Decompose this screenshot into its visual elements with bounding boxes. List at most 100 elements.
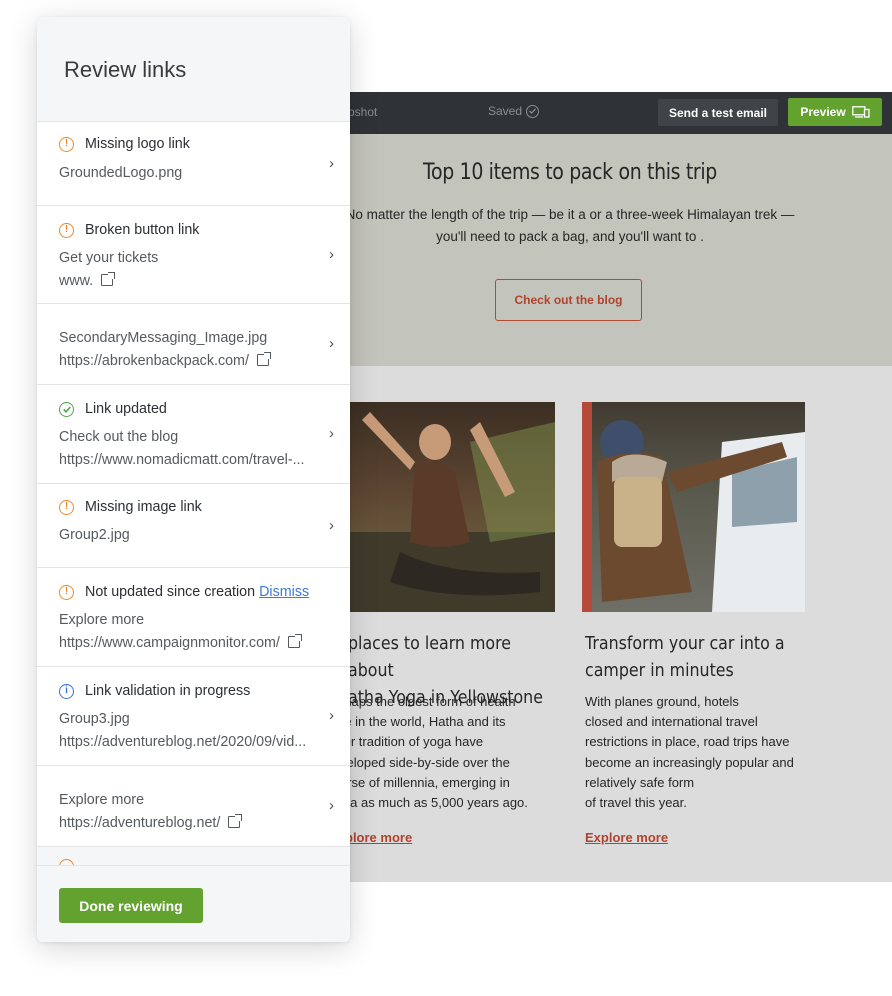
review-links-panel: Review links ! Missing logo link Grounde…	[37, 17, 350, 942]
card1-explore-link[interactable]: plore more	[345, 830, 412, 845]
info-icon: i	[59, 683, 74, 699]
item-status: Link updated	[59, 401, 167, 417]
item-label: Get your tickets	[59, 250, 159, 266]
item-filename: Group3.jpg	[59, 711, 130, 727]
list-item[interactable]: Link updated Check out the blog https://…	[37, 385, 350, 484]
item-url: https://www.campaignmonitor.com/	[59, 634, 302, 651]
status-text: Missing logo link	[85, 136, 190, 152]
status-text: Link updated	[85, 401, 167, 417]
chevron-right-icon: ›	[329, 797, 334, 814]
url-text: www.	[59, 273, 94, 289]
editor-toolbar: pshot Saved Send a test email Preview	[300, 92, 892, 134]
list-item[interactable]: Explore more https://adventureblog.net/ …	[37, 766, 350, 847]
card1-body-line: ter tradition of yoga have	[340, 734, 484, 750]
item-status: ! Missing image link	[59, 499, 202, 515]
card1-body-line: veloped side-by-side over the	[340, 754, 510, 770]
yoga-photo-illustration	[340, 412, 555, 612]
hero-section: Top 10 items to pack on this trip No mat…	[300, 134, 892, 366]
chevron-right-icon: ›	[329, 425, 334, 442]
external-link-icon[interactable]	[228, 814, 243, 828]
saved-status: Saved	[488, 104, 540, 118]
item-url: https://adventureblog.net/2020/09/vid...	[59, 734, 307, 750]
chevron-right-icon: ›	[329, 246, 334, 263]
list-item[interactable]: ! Not updated since creation Dismiss Exp…	[37, 568, 350, 667]
card2-title: Transform your car into a camper in minu…	[585, 630, 805, 684]
snapshot-label[interactable]: pshot	[348, 105, 377, 119]
chevron-right-icon: ›	[329, 517, 334, 534]
car-camper-image[interactable]	[582, 402, 805, 612]
email-editor: pshot Saved Send a test email Preview To…	[300, 92, 892, 882]
card2-body-line: relatively safe form	[585, 774, 695, 790]
card2-title-line: camper in minutes	[585, 660, 734, 681]
dismiss-link[interactable]: Dismiss	[259, 584, 309, 600]
item-label: Explore more	[59, 792, 145, 808]
item-url: https://adventureblog.net/	[59, 814, 243, 831]
list-item[interactable]: ! Missing logo link GroundedLogo.png ›	[37, 122, 350, 206]
status-text: Link validation in progress	[85, 683, 251, 699]
send-test-email-button[interactable]: Send a test email	[658, 99, 778, 126]
card2-title-line: Transform your car into a	[585, 633, 785, 654]
card2-explore-link[interactable]: Explore more	[585, 830, 668, 845]
card2-body-line: of travel this year.	[585, 795, 687, 811]
list-item[interactable]: SecondaryMessaging_Image.jpg https://abr…	[37, 304, 350, 385]
warning-icon: !	[59, 222, 74, 238]
card2-body-line: restrictions in place, road trips have	[585, 734, 790, 750]
item-url: www.	[59, 272, 116, 289]
card1-body: rhaps the oldest form of health re in th…	[340, 692, 550, 813]
card2-body: With planes ground, hotels closed and in…	[585, 692, 810, 813]
url-text: https://adventureblog.net/	[59, 815, 221, 831]
panel-title: Review links	[64, 57, 187, 82]
car-photo-illustration	[597, 420, 805, 612]
item-filename: Group2.jpg	[59, 527, 130, 543]
panel-header: Review links	[37, 17, 350, 122]
check-icon	[59, 401, 74, 417]
external-link-icon[interactable]	[256, 352, 271, 366]
url-text: https://www.campaignmonitor.com/	[59, 635, 280, 651]
item-status: ! Missing logo link	[59, 136, 190, 152]
saved-label: Saved	[488, 104, 523, 118]
status-text: Not updated since creation	[85, 584, 256, 600]
item-status: ! Broken button link	[59, 222, 199, 238]
done-reviewing-button[interactable]: Done reviewing	[59, 888, 203, 923]
warning-icon: !	[59, 499, 74, 515]
chevron-right-icon: ›	[329, 707, 334, 724]
item-label: Check out the blog	[59, 429, 179, 445]
card2-body-line: become an increasingly popular and	[585, 754, 794, 770]
item-url: https://www.nomadicmatt.com/travel-...	[59, 452, 305, 468]
status-text: Missing image link	[85, 499, 202, 515]
card1-body-line: rhaps the oldest form of health	[340, 694, 516, 709]
list-item[interactable]: i Link validation in progress Group3.jpg…	[37, 667, 350, 766]
item-filename: GroundedLogo.png	[59, 165, 183, 181]
card1-title-line: places to learn more about	[348, 633, 512, 681]
card1-body-line: re in the world, Hatha and its	[340, 714, 506, 730]
item-url: https://abrokenbackpack.com/	[59, 352, 271, 369]
warning-icon: !	[59, 136, 74, 152]
url-text: https://abrokenbackpack.com/	[59, 353, 249, 369]
link-list: ! Missing logo link GroundedLogo.png › !…	[37, 122, 350, 847]
item-label: Explore more	[59, 612, 145, 628]
warning-icon: !	[59, 584, 74, 600]
panel-footer: Done reviewing	[37, 865, 350, 942]
list-item[interactable]: ! Missing image link Group2.jpg ›	[37, 484, 350, 568]
card2-body-line: With planes ground, hotels	[585, 694, 739, 709]
item-status: i Link validation in progress	[59, 683, 250, 699]
yoga-image[interactable]	[340, 402, 555, 612]
check-circle-icon	[526, 104, 540, 118]
list-item[interactable]: ! Broken button link Get your tickets ww…	[37, 206, 350, 304]
chevron-right-icon: ›	[329, 155, 334, 172]
chevron-right-icon: ›	[329, 335, 334, 352]
card2-body-line: closed and international travel	[585, 714, 758, 730]
hero-body: No matter the length of the trip — be it…	[340, 204, 800, 248]
item-filename: SecondaryMessaging_Image.jpg	[59, 330, 268, 346]
item-status: ! Not updated since creation Dismiss	[59, 584, 309, 600]
hero-body-line: No matter the length of the trip — be it…	[345, 207, 795, 222]
hero-title: Top 10 items to pack on this trip	[423, 160, 717, 185]
status-text: Broken button link	[85, 222, 200, 238]
card1-body-line: dia as much as 5,000 years ago.	[340, 795, 528, 811]
hero-body-line: you'll need to pack a bag, and you'll wa…	[436, 229, 704, 244]
external-link-icon[interactable]	[287, 634, 302, 648]
external-link-icon[interactable]	[101, 272, 116, 286]
preview-button[interactable]: Preview	[788, 98, 882, 126]
check-out-blog-button[interactable]: Check out the blog	[495, 279, 642, 321]
preview-label: Preview	[800, 105, 846, 119]
